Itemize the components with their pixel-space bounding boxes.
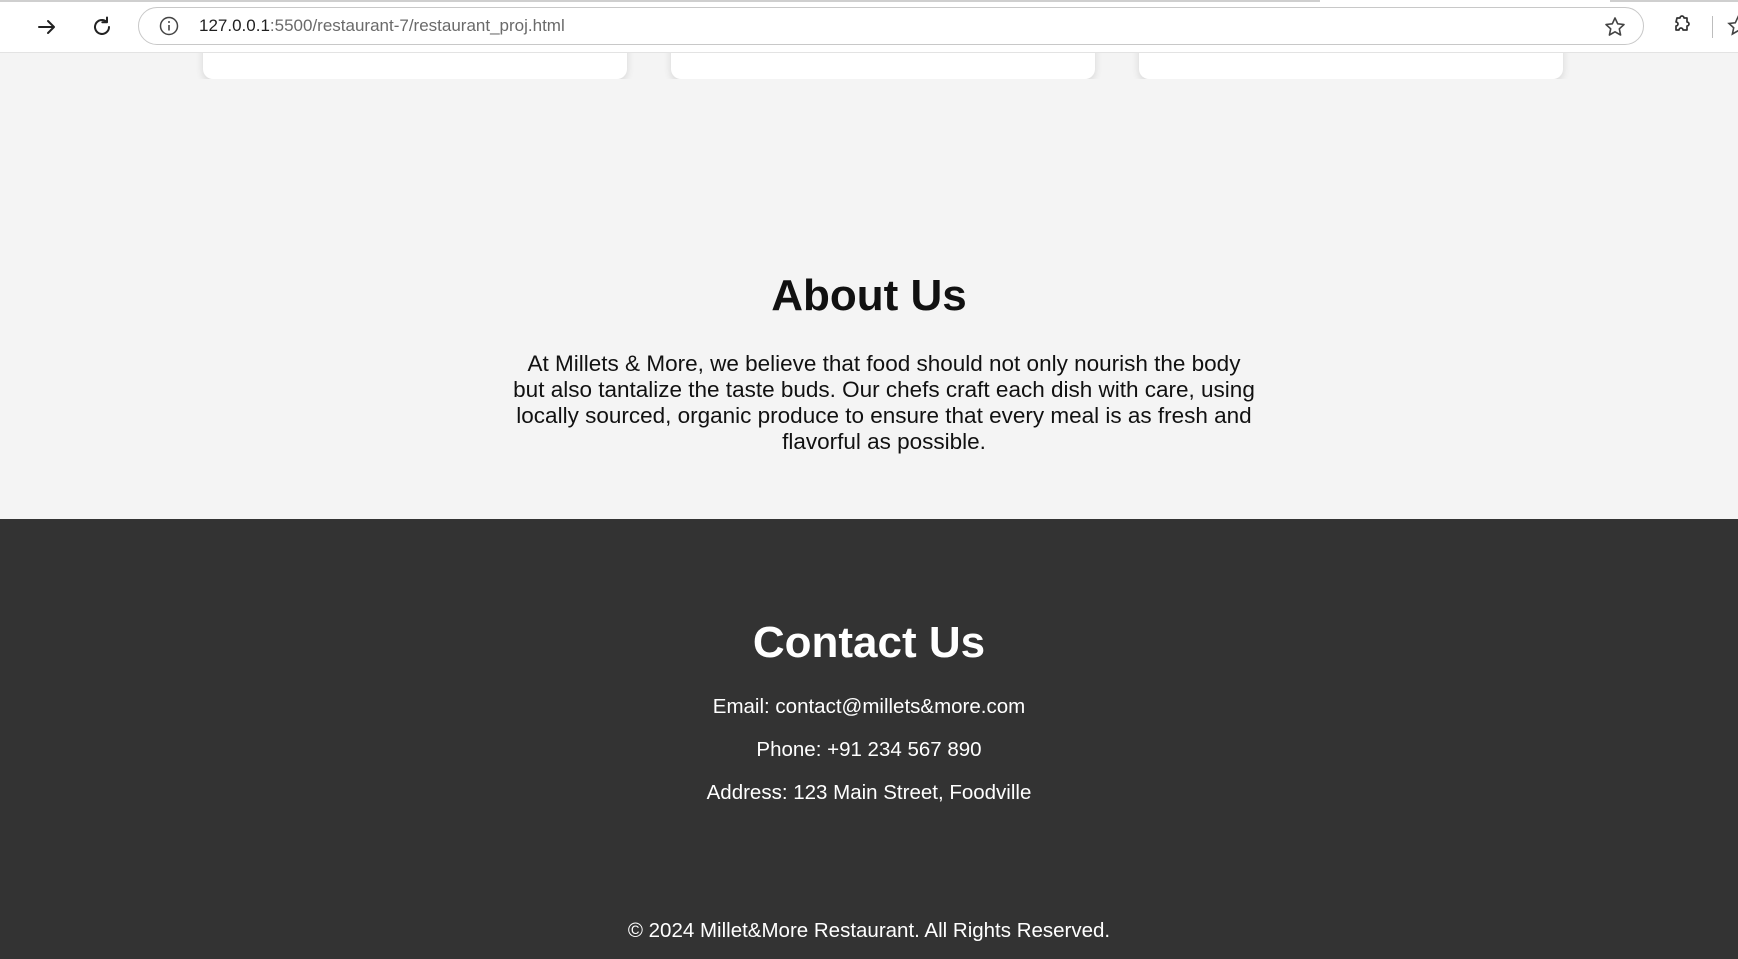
contact-section: Contact Us Email: contact@millets&more.c…: [0, 519, 1738, 959]
tab-strip-edge-right: [1610, 0, 1738, 2]
extensions-icon[interactable]: [1668, 13, 1694, 39]
footer-copyright: © 2024 Millet&More Restaurant. All Right…: [627, 919, 1111, 942]
about-section: About Us At Millets & More, we believe t…: [0, 79, 1738, 519]
about-text: At Millets & More, we believe that food …: [513, 351, 1255, 454]
contact-title: Contact Us: [752, 618, 986, 667]
contact-email[interactable]: Email: contact@millets&more.com: [0, 695, 1738, 719]
info-icon[interactable]: [159, 16, 179, 36]
forward-button[interactable]: [30, 10, 64, 44]
url-text[interactable]: 127.0.0.1:5500/restaurant-7/restaurant_p…: [199, 16, 565, 36]
star-icon[interactable]: [1603, 15, 1627, 39]
url-path: :5500/restaurant-7/restaurant_proj.html: [269, 16, 565, 35]
browser-toolbar: 127.0.0.1:5500/restaurant-7/restaurant_p…: [0, 0, 1738, 53]
contact-phone[interactable]: Phone: +91 234 567 890: [0, 738, 1738, 762]
about-title: About Us: [771, 271, 967, 320]
toolbar-divider: [1712, 16, 1713, 38]
reload-button[interactable]: [85, 10, 119, 44]
address-bar[interactable]: 127.0.0.1:5500/restaurant-7/restaurant_p…: [138, 7, 1644, 45]
tab-strip-edge: [0, 0, 1320, 2]
reload-icon: [94, 16, 110, 35]
url-host: 127.0.0.1: [199, 16, 270, 35]
favorites-icon[interactable]: [1726, 14, 1738, 38]
contact-address: Address: 123 Main Street, Foodville: [706, 781, 1032, 804]
forward-icon: [38, 20, 55, 34]
